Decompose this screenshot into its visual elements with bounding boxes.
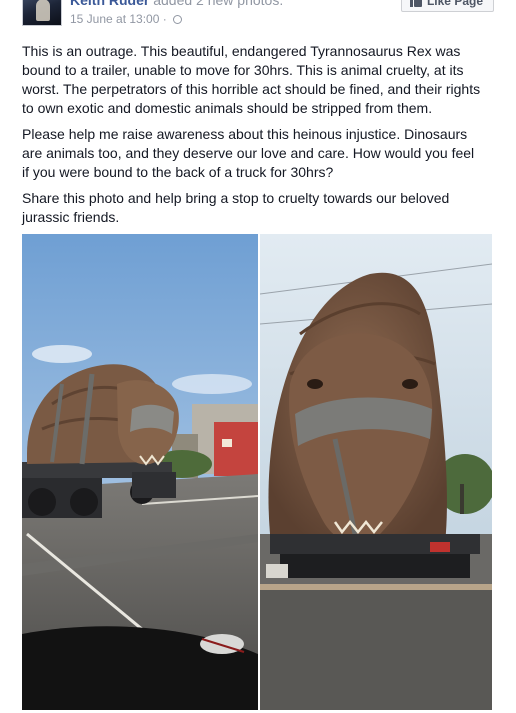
photo-truck-rear[interactable] [260,234,492,710]
like-page-label: Like Page [426,0,483,8]
post-body: This is an outrage. This beautiful, enda… [22,42,484,234]
globe-icon[interactable] [173,15,183,24]
post-meta: 15 June at 13:00 · [70,12,183,26]
photo-truck-side[interactable] [22,234,258,710]
author-avatar[interactable] [22,0,62,26]
post-paragraph-3: Share this photo and help bring a stop t… [22,190,450,225]
like-page-button[interactable]: Like Page [400,0,494,12]
thumbs-up-icon [409,0,422,7]
post-timestamp-link[interactable]: 15 June at 13:00 [70,12,159,26]
post-paragraph-2: Please help me raise awareness about thi… [22,126,475,180]
photo-truck-side-image [22,234,258,710]
photo-truck-rear-image [260,234,492,710]
author-name-link[interactable]: Keith Ruder [70,0,149,8]
separator: · [159,12,171,26]
post-action-text: added 2 new photos. [149,0,284,8]
facebook-post: Keith Ruder added 2 new photos. 15 June … [0,0,516,713]
post-title-line: Keith Ruder added 2 new photos. [70,0,283,8]
post-header: Keith Ruder added 2 new photos. 15 June … [0,0,516,36]
avatar-figure [36,0,50,21]
post-paragraph-1: This is an outrage. This beautiful, enda… [22,43,481,116]
